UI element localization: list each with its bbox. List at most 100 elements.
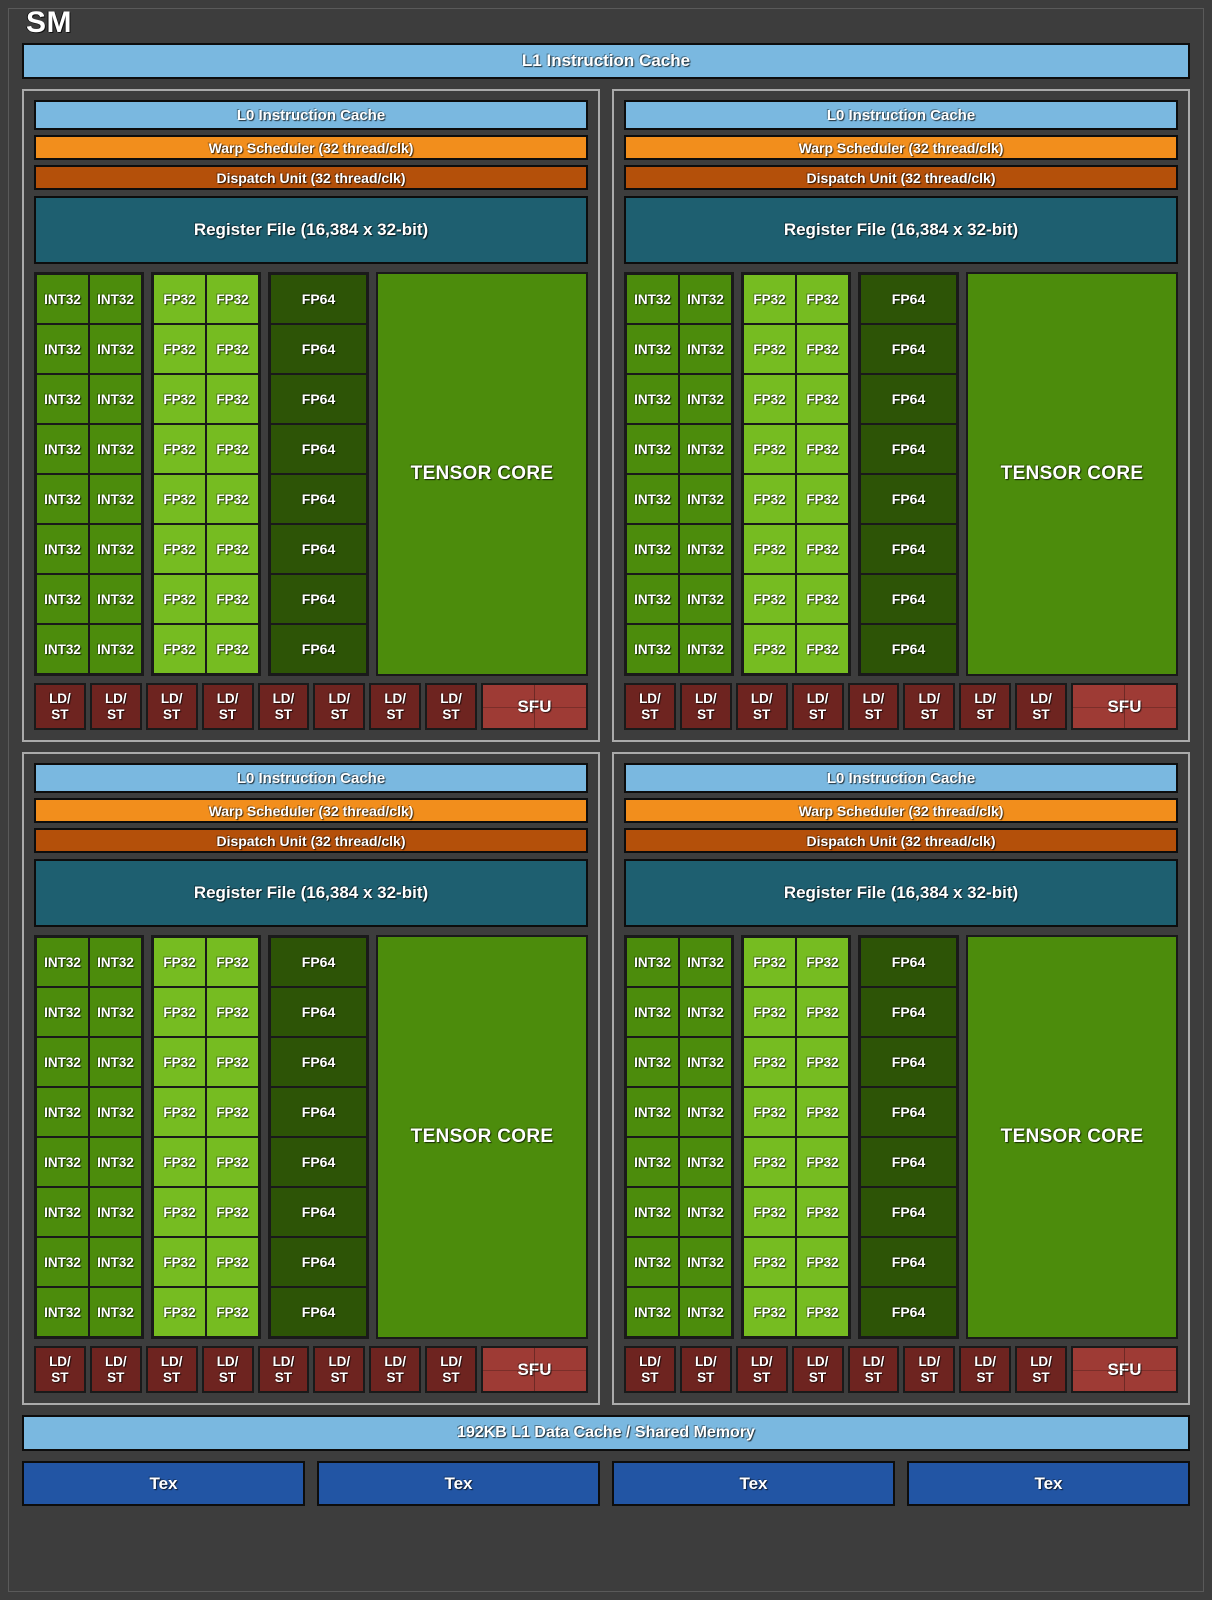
- fp32-core-group: FP32FP32FP32FP32FP32FP32FP32FP32FP32FP32…: [151, 272, 261, 676]
- int32-core: INT32: [679, 937, 732, 987]
- ldst-label-line2: ST: [921, 1370, 938, 1385]
- sm-diagram: SM L1 Instruction Cache L0 Instruction C…: [0, 0, 1212, 1600]
- fp64-core: FP64: [270, 324, 367, 374]
- ldst-label-line1: LD/: [1030, 691, 1052, 706]
- int32-core: INT32: [89, 1287, 142, 1337]
- ldst-label-line1: LD/: [49, 1354, 71, 1369]
- load-store-unit: LD/ST: [425, 683, 477, 730]
- load-store-unit: LD/ST: [34, 1346, 86, 1393]
- fp32-core: FP32: [743, 1137, 796, 1187]
- int32-core: INT32: [89, 274, 142, 324]
- l0-instruction-cache: L0 Instruction Cache: [34, 100, 588, 130]
- ldst-label-line2: ST: [163, 707, 180, 722]
- load-store-unit: LD/ST: [202, 683, 254, 730]
- register-file: Register File (16,384 x 32-bit): [624, 196, 1178, 264]
- fp64-core: FP64: [860, 524, 957, 574]
- ldst-label-line1: LD/: [328, 691, 350, 706]
- ldst-label-line2: ST: [442, 1370, 459, 1385]
- ldst-sfu-row: LD/STLD/STLD/STLD/STLD/STLD/STLD/STLD/ST…: [34, 683, 588, 730]
- fp32-core: FP32: [743, 524, 796, 574]
- int32-core: INT32: [89, 424, 142, 474]
- int32-core-group-column: INT32INT32INT32INT32INT32INT32INT32INT32: [626, 274, 679, 674]
- ldst-label-line2: ST: [697, 707, 714, 722]
- int32-core: INT32: [36, 1087, 89, 1137]
- fp32-core: FP32: [796, 1287, 849, 1337]
- tensor-core: TENSOR CORE: [376, 935, 588, 1339]
- ldst-label-line2: ST: [107, 707, 124, 722]
- int32-core: INT32: [679, 1237, 732, 1287]
- processing-block-4: L0 Instruction CacheWarp Scheduler (32 t…: [612, 752, 1190, 1405]
- fp32-core: FP32: [153, 574, 206, 624]
- int32-core: INT32: [36, 1287, 89, 1337]
- fp64-core: FP64: [270, 1237, 367, 1287]
- fp32-core: FP32: [796, 1137, 849, 1187]
- int32-core: INT32: [626, 474, 679, 524]
- ldst-label-line2: ST: [387, 707, 404, 722]
- processing-block-1: L0 Instruction CacheWarp Scheduler (32 t…: [22, 89, 600, 742]
- ldst-label-line2: ST: [697, 1370, 714, 1385]
- load-store-unit: LD/ST: [680, 683, 732, 730]
- int32-core-group-column: INT32INT32INT32INT32INT32INT32INT32INT32: [89, 937, 142, 1337]
- fp64-core-group: FP64FP64FP64FP64FP64FP64FP64FP64: [858, 935, 959, 1339]
- fp64-core: FP64: [860, 1037, 957, 1087]
- load-store-unit: LD/ST: [792, 683, 844, 730]
- sfu-label: SFU: [517, 1360, 551, 1380]
- int32-core-group: INT32INT32INT32INT32INT32INT32INT32INT32…: [34, 272, 144, 676]
- int32-core: INT32: [36, 1037, 89, 1087]
- fp32-core: FP32: [796, 624, 849, 674]
- register-file: Register File (16,384 x 32-bit): [34, 859, 588, 927]
- special-function-unit: SFU: [1071, 1346, 1178, 1393]
- fp32-core: FP32: [743, 1087, 796, 1137]
- int32-core: INT32: [679, 574, 732, 624]
- fp64-core: FP64: [860, 1187, 957, 1237]
- int32-core: INT32: [679, 374, 732, 424]
- ldst-label-line2: ST: [331, 1370, 348, 1385]
- ldst-label-line1: LD/: [639, 1354, 661, 1369]
- int32-core: INT32: [89, 574, 142, 624]
- fp32-core-group-column: FP32FP32FP32FP32FP32FP32FP32FP32: [153, 274, 206, 674]
- int32-core: INT32: [36, 1137, 89, 1187]
- int32-core: INT32: [36, 424, 89, 474]
- load-store-unit: LD/ST: [369, 683, 421, 730]
- int32-core: INT32: [36, 374, 89, 424]
- dispatch-unit: Dispatch Unit (32 thread/clk): [34, 828, 588, 853]
- int32-core-group: INT32INT32INT32INT32INT32INT32INT32INT32…: [34, 935, 144, 1339]
- fp64-core: FP64: [270, 1087, 367, 1137]
- fp64-core: FP64: [270, 987, 367, 1037]
- ldst-label-line1: LD/: [863, 1354, 885, 1369]
- load-store-unit: LD/ST: [903, 1346, 955, 1393]
- fp32-core: FP32: [206, 574, 259, 624]
- int32-core: INT32: [626, 1037, 679, 1087]
- ldst-label-line1: LD/: [863, 691, 885, 706]
- ldst-label-line2: ST: [51, 707, 68, 722]
- int32-core-group-column: INT32INT32INT32INT32INT32INT32INT32INT32: [679, 937, 732, 1337]
- int32-core: INT32: [89, 1237, 142, 1287]
- fp32-core-group-column: FP32FP32FP32FP32FP32FP32FP32FP32: [206, 274, 259, 674]
- load-store-unit: LD/ST: [425, 1346, 477, 1393]
- fp64-core: FP64: [270, 574, 367, 624]
- fp64-core: FP64: [860, 274, 957, 324]
- fp32-core: FP32: [206, 987, 259, 1037]
- tex-unit-3: Tex: [612, 1461, 895, 1506]
- fp32-core: FP32: [153, 374, 206, 424]
- tex-unit-4: Tex: [907, 1461, 1190, 1506]
- ldst-sfu-row: LD/STLD/STLD/STLD/STLD/STLD/STLD/STLD/ST…: [624, 1346, 1178, 1393]
- ldst-label-line1: LD/: [695, 1354, 717, 1369]
- fp64-core: FP64: [270, 1037, 367, 1087]
- load-store-unit: LD/ST: [146, 683, 198, 730]
- core-array: INT32INT32INT32INT32INT32INT32INT32INT32…: [624, 935, 1178, 1339]
- tensor-core: TENSOR CORE: [966, 935, 1178, 1339]
- fp64-core-group-column: FP64FP64FP64FP64FP64FP64FP64FP64: [860, 274, 957, 674]
- fp32-core: FP32: [153, 987, 206, 1037]
- ldst-label-line2: ST: [107, 1370, 124, 1385]
- fp32-core: FP32: [153, 624, 206, 674]
- int32-core: INT32: [36, 1187, 89, 1237]
- ldst-label-line1: LD/: [639, 691, 661, 706]
- int32-core: INT32: [626, 274, 679, 324]
- int32-core: INT32: [679, 424, 732, 474]
- ldst-label-line1: LD/: [1030, 1354, 1052, 1369]
- fp32-core: FP32: [743, 937, 796, 987]
- fp32-core: FP32: [796, 524, 849, 574]
- fp32-core: FP32: [153, 1287, 206, 1337]
- int32-core: INT32: [679, 1037, 732, 1087]
